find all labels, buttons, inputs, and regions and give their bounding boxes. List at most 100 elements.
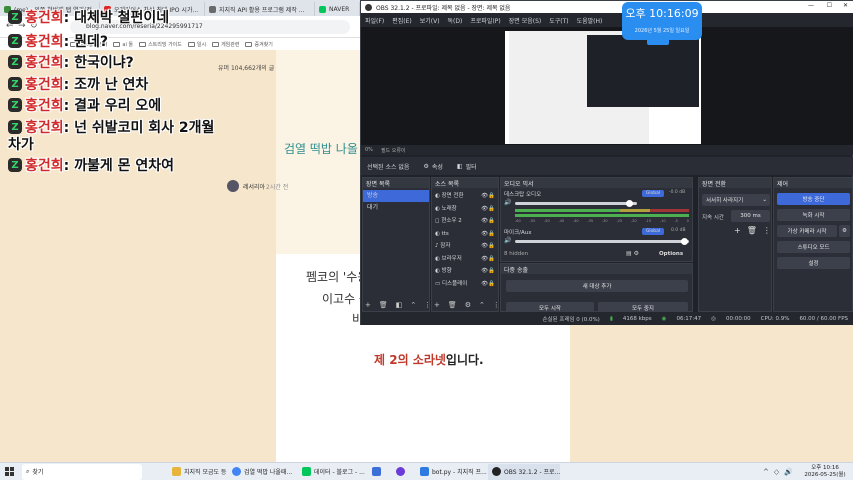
chat-badge-icon: Z <box>8 158 22 172</box>
scene-item[interactable]: 방송 <box>363 190 429 202</box>
stop-streaming-button[interactable]: 방송 중단 <box>777 193 850 205</box>
bookmark-item[interactable]: 일시 <box>187 41 206 48</box>
close-icon[interactable]: ✕ <box>843 2 848 9</box>
chevron-up-icon[interactable]: ^ <box>763 468 769 476</box>
volume-slider[interactable] <box>515 202 637 205</box>
eye-icon[interactable]: 👁🔒 <box>481 203 495 216</box>
delete-icon[interactable]: 🗑 <box>747 226 757 235</box>
volume-slider-handle[interactable] <box>626 200 633 207</box>
live-time: 06:17:47 <box>676 315 702 322</box>
delete-icon[interactable]: 🗑 <box>379 301 388 309</box>
menu-tools[interactable]: 도구(T) <box>549 16 568 25</box>
add-icon[interactable]: + <box>434 301 440 309</box>
menu-profile[interactable]: 프로파일(P) <box>470 16 500 25</box>
avatar[interactable] <box>227 180 239 192</box>
microphone-icon[interactable]: 🔊 <box>504 237 511 244</box>
more-icon[interactable]: ⋮ <box>493 301 500 309</box>
preview-field[interactable]: 필드 오류이 <box>381 147 406 154</box>
eye-icon[interactable]: 👁🔒 <box>481 253 495 266</box>
start-recording-button[interactable]: 녹화 시작 <box>777 209 850 221</box>
taskbar-app[interactable]: OBS 32.1.2 - 프로... <box>488 463 560 480</box>
gear-icon[interactable]: ⚙ <box>465 301 471 309</box>
chat-badge-icon: Z <box>8 98 22 112</box>
add-icon[interactable]: + <box>365 301 371 309</box>
system-tray: ^ ◇ 🔊 <box>759 464 797 480</box>
taskbar-app[interactable]: 데이터 - 블로그 - ... <box>298 464 368 480</box>
delete-icon[interactable]: 🗑 <box>448 301 457 309</box>
taskbar-app[interactable] <box>368 464 392 480</box>
multistream-dock: 다중 송출 새 대상 추가 모두 시작 모두 중지 <box>500 263 693 314</box>
taskbar-app[interactable]: 치지직 모금도 등 <box>168 464 228 480</box>
add-target-button[interactable]: 새 대상 추가 <box>506 280 688 292</box>
mixer-options-button[interactable]: Options <box>659 251 683 257</box>
network-icon[interactable]: ◇ <box>774 468 779 476</box>
start-virtual-camera-button[interactable]: 가상 카메라 시작 <box>777 225 837 237</box>
up-icon[interactable]: ⌃ <box>479 301 485 309</box>
zoom-level[interactable]: 0% <box>365 147 373 153</box>
source-item[interactable]: ◐ 장면 전환 👁🔒 <box>435 190 495 203</box>
menu-edit[interactable]: 편집(E) <box>392 16 412 25</box>
eye-icon[interactable]: 👁🔒 <box>481 278 495 291</box>
menu-file[interactable]: 파일(F) <box>365 16 384 25</box>
more-icon[interactable]: ⋮ <box>763 226 771 235</box>
source-item[interactable]: ◐ tts 👁🔒 <box>435 228 495 241</box>
scene-item[interactable]: 대기 <box>363 202 429 214</box>
tab-favicon-icon <box>209 5 216 13</box>
windows-icon <box>4 467 14 476</box>
mixer-menu-icon[interactable]: ▤ ⚙ <box>626 250 639 257</box>
taskbar-app[interactable]: bot.py - 치지직 프... <box>416 464 488 480</box>
source-toolbar: 선택된 소스 없음 ⚙ 속성 ◧ 필터 <box>361 157 853 175</box>
eye-icon[interactable]: 👁🔒 <box>481 190 495 203</box>
eye-icon[interactable]: 👁🔒 <box>481 215 495 228</box>
menu-view[interactable]: 보기(V) <box>420 16 440 25</box>
bookmark-item[interactable]: ai 툴 <box>113 41 133 48</box>
start-button[interactable] <box>0 464 18 480</box>
source-item[interactable]: ▭ 디스플레이 👁🔒 <box>435 278 495 291</box>
speaker-icon[interactable]: 🔊 <box>504 199 511 206</box>
source-item[interactable]: ◻ 현소우 2 👁🔒 <box>435 215 495 228</box>
tab-label: NAVER <box>329 5 350 13</box>
eye-icon[interactable]: 👁🔒 <box>481 265 495 278</box>
bookmark-item[interactable]: 증겨찾기 <box>245 41 273 48</box>
eye-icon[interactable]: 👁🔒 <box>481 240 495 253</box>
minimize-icon[interactable]: — <box>808 2 814 9</box>
menu-docks[interactable]: 독(D) <box>448 16 463 25</box>
add-icon[interactable]: + <box>734 226 741 235</box>
volume-slider-handle[interactable] <box>681 238 688 245</box>
author-name[interactable]: 레서리아 <box>243 182 265 191</box>
up-icon[interactable]: ⌃ <box>410 301 416 309</box>
properties-button[interactable]: ⚙ 속성 <box>423 162 442 171</box>
taskbar-app[interactable]: 검열 떡밥 나올때... <box>228 464 298 480</box>
taskbar-search[interactable]: ⌕ 찾기 <box>22 463 142 480</box>
folder-icon <box>212 41 220 47</box>
studio-mode-button[interactable]: 스튜디오 모드 <box>777 241 850 253</box>
eye-icon[interactable]: 👁🔒 <box>481 228 495 241</box>
taskbar-clock[interactable]: 오후 10:16 2026-05-25(월) <box>797 465 853 479</box>
bookmark-item[interactable]: 게임관련 <box>212 41 239 48</box>
obs-preview-canvas[interactable] <box>505 31 701 144</box>
bookmark-item[interactable]: 스트리밍 가이드 <box>139 41 182 48</box>
menu-scene-collection[interactable]: 장면 모음(S) <box>509 16 541 25</box>
source-item[interactable]: ◐ 방향 👁🔒 <box>435 265 495 278</box>
filters-button[interactable]: ◧ 필터 <box>457 162 477 171</box>
browser-tab[interactable]: 지지직 API 활용 프로그램 제작 ... <box>205 2 315 16</box>
mixer-track-tag: Global <box>642 228 664 235</box>
settings-button[interactable]: 설정 <box>777 257 850 269</box>
volume-icon[interactable]: 🔊 <box>784 468 793 476</box>
chat-message: Z 홍건희 : 한국이냐? <box>8 52 134 72</box>
menu-help[interactable]: 도움말(H) <box>577 16 603 25</box>
hidden-count[interactable]: 8 hidden <box>504 251 528 257</box>
taskbar-app[interactable] <box>392 464 416 480</box>
source-item[interactable]: ◐ 노래창 👁🔒 <box>435 203 495 216</box>
source-item[interactable]: ◐ 브라우저 👁🔒 <box>435 253 495 266</box>
post-title[interactable]: 검열 떡밥 나올 <box>284 140 358 157</box>
transition-select[interactable]: 서서히 사라지기 ⌄ <box>702 194 770 206</box>
duration-input[interactable]: 300 ms <box>731 210 770 222</box>
source-item[interactable]: ♪ 잠자 👁🔒 <box>435 240 495 253</box>
mixer-track-db: -0.0 dB <box>669 190 686 195</box>
maximize-icon[interactable]: ☐ <box>827 2 832 9</box>
browser-tab[interactable]: NAVER <box>315 2 360 16</box>
virtual-camera-settings-icon[interactable]: ⚙ <box>839 225 850 237</box>
filter-icon[interactable]: ◧ <box>396 301 403 309</box>
volume-slider[interactable] <box>515 240 689 243</box>
